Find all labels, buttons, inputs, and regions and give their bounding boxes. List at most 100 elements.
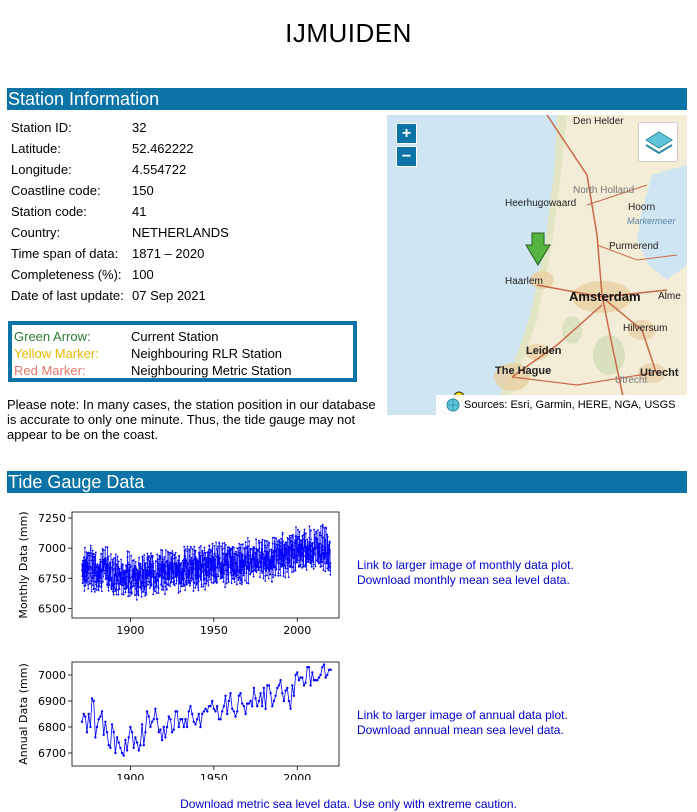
data-point <box>320 558 323 561</box>
data-point <box>82 712 85 716</box>
data-point <box>285 552 288 555</box>
data-point <box>321 666 324 669</box>
data-point <box>87 576 90 579</box>
data-point <box>296 559 299 562</box>
data-point <box>296 557 298 560</box>
data-point <box>106 570 109 572</box>
zoom-out-button[interactable]: − <box>396 146 417 167</box>
data-point <box>87 587 90 590</box>
data-point <box>212 556 215 559</box>
data-point <box>114 582 116 585</box>
data-point <box>142 576 145 578</box>
monthly-download-link[interactable]: Download monthly mean sea level data. <box>357 573 574 588</box>
data-point <box>191 712 194 716</box>
data-point <box>202 577 205 580</box>
data-point <box>184 557 187 560</box>
data-point <box>213 567 216 570</box>
data-point <box>128 573 130 576</box>
monthly-chart[interactable]: 1900 1950 2000 6500 6750 7000 7250 Monthly Data… <box>15 505 345 640</box>
annual-chart-svg[interactable]: 1900 1950 2000 6700 6800 6900 7000 Annual Data … <box>15 655 345 785</box>
data-point <box>144 562 147 565</box>
info-label: Country: <box>11 225 61 240</box>
zoom-in-button[interactable]: + <box>396 123 417 144</box>
data-point <box>303 528 306 531</box>
data-point <box>107 744 110 747</box>
map-attribution: Sources: Esri, Garmin, HERE, NGA, USGS <box>436 395 687 415</box>
data-point <box>323 558 325 560</box>
data-point <box>99 558 102 561</box>
data-point <box>206 579 208 582</box>
data-point <box>265 540 267 542</box>
monthly-plot-link[interactable]: Link to larger image of monthly data plo… <box>357 558 574 573</box>
data-point <box>111 581 114 584</box>
data-point <box>309 558 311 561</box>
data-point <box>262 553 264 556</box>
data-point <box>310 550 313 553</box>
data-point <box>110 723 114 726</box>
data-point <box>102 566 105 568</box>
data-point <box>127 586 130 589</box>
annual-plot-link[interactable]: Link to larger image of annual data plot… <box>357 708 568 723</box>
data-point <box>126 584 128 587</box>
info-row: Latitude: 52.462222 <box>11 138 229 159</box>
data-point <box>253 547 256 550</box>
data-point <box>145 710 149 713</box>
data-point <box>242 566 245 569</box>
map-label: Den Helder <box>573 116 624 127</box>
data-point <box>130 591 133 593</box>
monthly-chart-svg[interactable]: 1900 1950 2000 6500 6750 7000 7250 Monthly Data… <box>15 505 345 637</box>
data-point <box>214 710 217 713</box>
legend-row: Red Marker: Neighbouring Metric Station <box>14 362 353 379</box>
data-point <box>89 549 92 552</box>
data-point <box>247 551 250 553</box>
data-point <box>121 593 123 596</box>
station-map[interactable]: Den Helder North Holland Heerhugowaard H… <box>387 115 687 415</box>
info-label: Longitude: <box>11 162 72 177</box>
info-label: Station code: <box>11 204 87 219</box>
data-point <box>278 540 281 543</box>
data-point <box>267 577 270 580</box>
data-point <box>307 545 309 548</box>
data-point <box>169 561 171 564</box>
data-point <box>233 558 236 561</box>
data-point <box>224 694 227 697</box>
data-point <box>261 544 264 546</box>
basemap-gallery-button[interactable] <box>638 122 678 162</box>
data-point <box>114 562 117 565</box>
data-point <box>212 707 215 710</box>
info-row: Date of last update: 07 Sep 2021 <box>11 285 229 306</box>
data-point <box>90 590 93 593</box>
data-point <box>103 572 106 575</box>
data-point <box>284 546 286 549</box>
data-point <box>321 561 324 563</box>
data-point <box>124 571 127 574</box>
data-point <box>214 558 217 560</box>
data-point <box>120 558 122 561</box>
data-point <box>175 582 178 585</box>
metric-data-link[interactable]: Download metric sea level data. Use only… <box>0 797 697 811</box>
data-point <box>240 543 242 546</box>
data-point <box>94 587 96 590</box>
data-point <box>262 561 265 564</box>
data-point <box>308 536 311 539</box>
data-point <box>257 568 260 571</box>
data-point <box>99 568 101 571</box>
data-point <box>229 554 232 557</box>
annual-chart[interactable]: 1900 1950 2000 6700 6800 6900 7000 Annual Data … <box>15 655 345 785</box>
data-point <box>201 571 204 573</box>
data-point <box>216 705 219 708</box>
data-point <box>289 707 292 710</box>
data-point <box>226 569 229 572</box>
annual-download-link[interactable]: Download annual mean sea level data. <box>357 723 568 738</box>
data-point <box>322 569 325 572</box>
data-point <box>88 572 91 575</box>
data-point <box>132 567 135 570</box>
data-point <box>206 574 209 577</box>
data-point <box>193 545 196 548</box>
data-point <box>195 577 197 580</box>
data-point <box>127 595 130 598</box>
data-point <box>182 577 185 580</box>
info-row: Completeness (%): 100 <box>11 264 229 285</box>
data-point <box>204 707 207 710</box>
data-point <box>195 574 197 577</box>
